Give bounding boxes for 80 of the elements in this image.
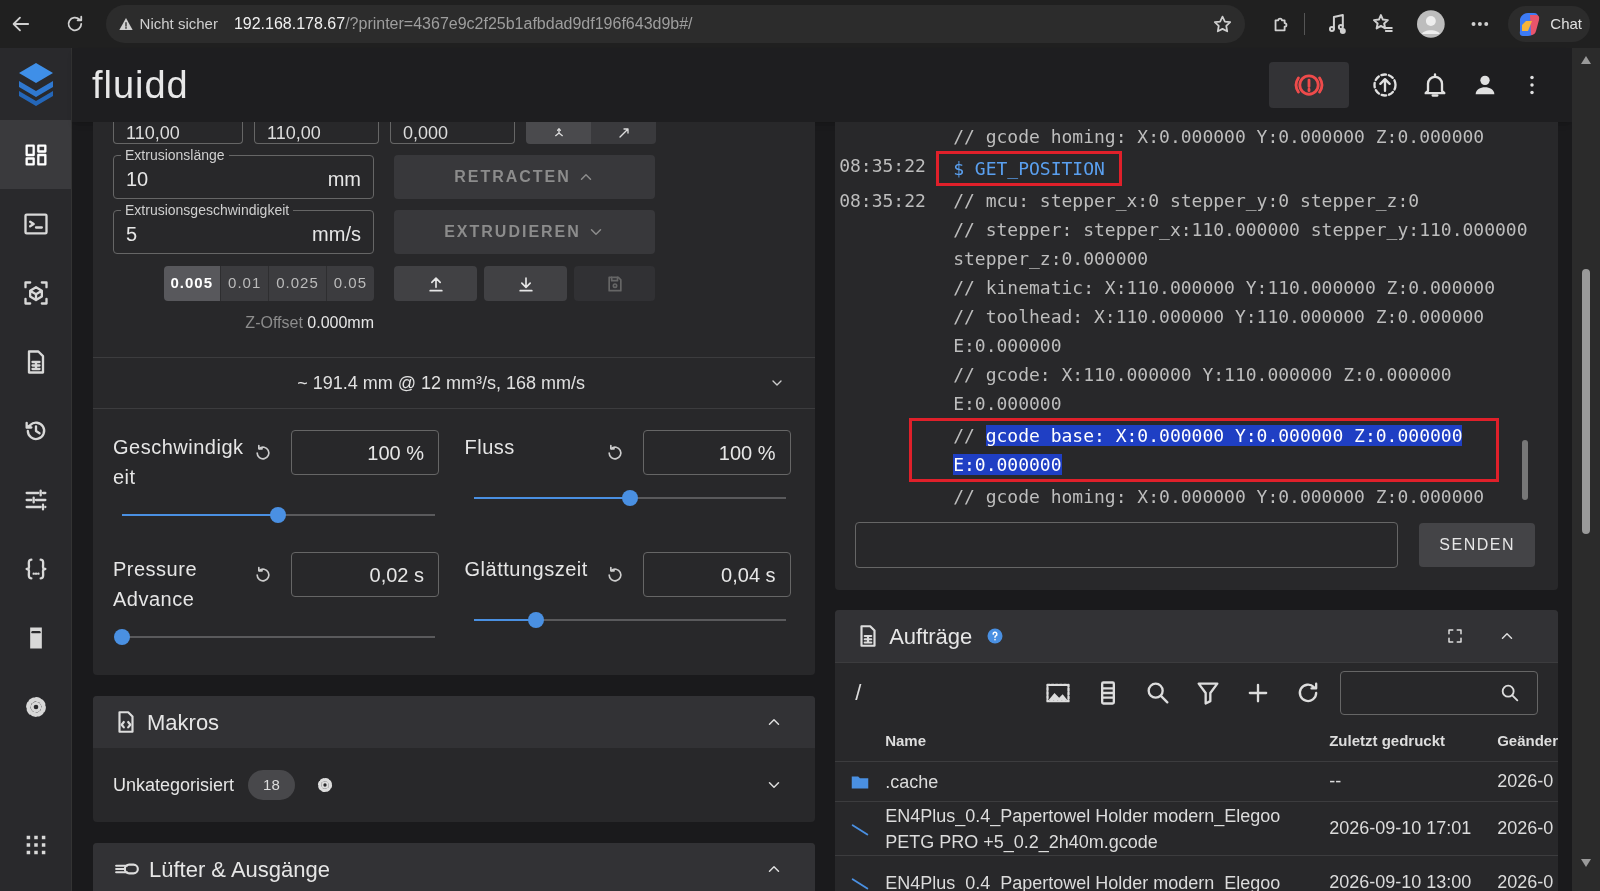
log-time: 08:35:22 bbox=[839, 189, 927, 213]
console-scrollbar[interactable] bbox=[1522, 440, 1528, 500]
table-cell-text: EN4Plus_0.4_Papertowel Holder modern_Elegoo PETG PRO +5_0.2_2h40m.gcode bbox=[885, 804, 1282, 855]
star-icon[interactable] bbox=[1211, 13, 1233, 35]
table-cell-text: 2026-0 bbox=[1497, 770, 1554, 793]
log-line: // mcu: stepper_x:0 stepper_y:0 stepper_z:0 bbox=[953, 189, 1421, 213]
value-field[interactable]: 0,04 s bbox=[642, 552, 791, 597]
column-header[interactable]: Geänder bbox=[1497, 730, 1558, 753]
card-header[interactable]: Makros bbox=[93, 696, 816, 748]
macro-category-row[interactable]: Unkategorisiert 18 bbox=[93, 748, 816, 822]
command-input[interactable] bbox=[855, 522, 1399, 568]
help-icon[interactable] bbox=[986, 627, 1005, 645]
fullscreen-icon[interactable] bbox=[1446, 627, 1464, 645]
value-field[interactable]: 0,02 s bbox=[291, 552, 439, 597]
scroll-up-icon[interactable] bbox=[1581, 56, 1591, 64]
log-time: 08:35:22 bbox=[839, 154, 927, 178]
warning-icon bbox=[117, 16, 134, 32]
search-field[interactable] bbox=[1340, 670, 1538, 715]
adjuster-label: Fluss bbox=[464, 435, 516, 460]
z-adjust-button[interactable] bbox=[394, 266, 477, 301]
logo-icon[interactable] bbox=[16, 61, 55, 107]
page-scrollbar[interactable] bbox=[1572, 48, 1600, 891]
send-button[interactable]: SENDEN bbox=[1419, 523, 1536, 567]
log-line: // stepper: stepper_x:110.000000 stepper_y:110.000000 stepper_z:0.000000 bbox=[953, 218, 1529, 271]
nav-item[interactable] bbox=[0, 120, 71, 189]
adjuster-label: Pressure Advance bbox=[113, 557, 199, 612]
step-button[interactable]: 0.01 bbox=[220, 266, 269, 301]
step-button[interactable]: 0.05 bbox=[325, 266, 374, 301]
column-header[interactable]: Name bbox=[885, 730, 1330, 753]
table-cell-text: 2026-0 bbox=[1497, 871, 1554, 891]
table-cell-text: 2026-09-10 13:00 bbox=[1329, 871, 1473, 891]
count-badge: 18 bbox=[248, 770, 295, 800]
emergency-stop-button[interactable] bbox=[1269, 62, 1349, 108]
slider-thumb[interactable] bbox=[621, 490, 638, 506]
app-title: fluidd bbox=[92, 62, 189, 108]
file-row[interactable]: EN4Plus_0.4_Papertowel Holder modern_Elegoo PETG PRO +5_0.2_2h40m.gcode 2026-09-10 17:01 2026-0 bbox=[835, 802, 1558, 856]
cube-icon bbox=[21, 278, 50, 307]
move-mode-button[interactable] bbox=[591, 122, 656, 144]
adjuster-label: Geschwindigkeit bbox=[113, 435, 245, 490]
table-cell-text: -- bbox=[1329, 770, 1343, 793]
value-field[interactable]: 100 % bbox=[642, 430, 791, 475]
adjuster-label: Glättungszeit bbox=[464, 557, 589, 582]
position-field[interactable]: 110,00 bbox=[254, 122, 379, 144]
slider-thumb[interactable] bbox=[270, 507, 287, 523]
position-field[interactable]: 110,00 bbox=[113, 122, 243, 144]
log-line: // gcode homing: X:0.000000 Y:0.000000 Z:0.000000 bbox=[953, 485, 1486, 509]
table-cell-text: .cache bbox=[885, 770, 940, 794]
security-label: Nicht sicher bbox=[139, 13, 218, 34]
scrollbar-thumb[interactable] bbox=[1582, 269, 1590, 534]
log-line: // gcode homing: X:0.000000 Y:0.000000 Z:0.000000 bbox=[953, 125, 1486, 149]
chat-button[interactable]: Chat bbox=[1508, 6, 1590, 42]
log-line: // toolhead: X:110.000000 Y:110.000000 Z:0.000000 E:0.000000 bbox=[953, 305, 1486, 358]
slider-thumb[interactable] bbox=[528, 612, 545, 628]
reset-icon[interactable] bbox=[253, 564, 273, 585]
extrusion-estimate-row[interactable]: ~ 191.4 mm @ 12 mm³/s, 168 mm/s bbox=[93, 358, 816, 408]
card-title: Aufträge bbox=[889, 622, 973, 651]
log-line: // kinematic: X:110.000000 Y:110.000000 Z:0.000000 bbox=[953, 276, 1496, 300]
z-offset-text: Z-Offset 0.000mm bbox=[245, 313, 374, 333]
log-line: // gcode: X:110.000000 Y:110.000000 Z:0.000000 E:0.000000 bbox=[953, 363, 1453, 416]
z-adjust-button[interactable] bbox=[484, 266, 567, 301]
column-header[interactable]: Zuletzt gedruckt bbox=[1329, 730, 1498, 753]
scroll-down-icon[interactable] bbox=[1581, 859, 1591, 867]
upload-circle-icon[interactable] bbox=[1371, 71, 1399, 99]
step-button[interactable]: 0.025 bbox=[268, 266, 326, 301]
position-field[interactable]: 0,000 bbox=[390, 122, 515, 144]
file-row[interactable]: .cache -- 2026-0 bbox=[835, 762, 1558, 802]
card-header[interactable]: Lüfter & Ausgänge bbox=[93, 843, 816, 891]
table-cell-text: 2026-0 bbox=[1497, 817, 1554, 840]
address-bar[interactable]: Nicht sicher 192.168.178.67/?printer=4367e9c2f25b1afbdad9df196f643d9b#/ bbox=[105, 5, 1245, 43]
slider-thumb[interactable] bbox=[114, 629, 130, 645]
card-title: Makros bbox=[147, 708, 220, 737]
value-field[interactable]: 100 % bbox=[291, 430, 439, 475]
table-cell-text: 2026-09-10 17:01 bbox=[1329, 817, 1473, 840]
reset-icon[interactable] bbox=[253, 442, 273, 463]
card-header[interactable]: Aufträge bbox=[835, 610, 1558, 662]
path-text: / bbox=[855, 679, 862, 707]
step-button[interactable]: 0.005 bbox=[163, 266, 221, 301]
card-title: Lüfter & Ausgänge bbox=[149, 855, 331, 884]
profile-avatar-icon[interactable] bbox=[1416, 10, 1445, 38]
url-text: 192.168.178.67/?printer=4367e9c2f25b1afbdad9df196f643d9b#/ bbox=[233, 14, 693, 34]
